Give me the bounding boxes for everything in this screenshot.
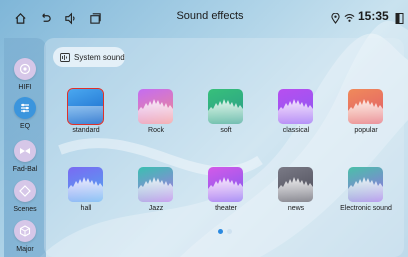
hifi-icon: [14, 58, 36, 80]
preset-tile-hall[interactable]: hall: [56, 167, 116, 219]
preset-tile-theater[interactable]: theater: [196, 167, 256, 219]
page-dot-active[interactable]: [218, 229, 223, 234]
preset-tile-soft[interactable]: soft: [196, 89, 256, 141]
preset-label: classical: [282, 127, 310, 134]
preset-label: soft: [220, 127, 232, 134]
preset-label: Jazz: [148, 205, 164, 212]
page-title: Sound effects: [176, 10, 244, 22]
preset-wave-icon: [278, 167, 313, 202]
preset-tile-standard[interactable]: standard: [56, 88, 116, 141]
preset-wave-icon: [208, 167, 243, 202]
preset-label: hall: [80, 205, 92, 212]
screen: Sound effects 15:35 HIFI EQ Fad-Bal Scen…: [0, 0, 408, 257]
battery-icon: [393, 10, 405, 26]
sidebar-item-label: HIFI: [18, 84, 32, 91]
page-dot[interactable]: [227, 229, 232, 234]
back-icon[interactable]: [37, 10, 53, 26]
preset-label: popular: [354, 127, 378, 134]
preset-tile-classical[interactable]: classical: [266, 89, 326, 141]
preset-wave-icon: [138, 167, 173, 202]
preset-wave-icon: [348, 167, 383, 202]
main-panel: [44, 38, 404, 257]
preset-label: theater: [215, 205, 237, 212]
preset-tile-popular[interactable]: popular: [336, 89, 396, 141]
sidebar-item-label: Major: [16, 246, 34, 253]
scenes-icon: [14, 180, 36, 202]
preset-tile-rock[interactable]: Rock: [126, 89, 186, 141]
major-icon: [14, 220, 36, 242]
wifi-icon: [343, 10, 355, 26]
preset-label: standard: [72, 127, 100, 134]
preset-label: news: [287, 205, 305, 212]
sidebar-item-label: Scenes: [13, 206, 37, 213]
location-icon: [330, 10, 340, 26]
sidebar: HIFI EQ Fad-Bal Scenes Major: [4, 38, 46, 257]
preset-wave-icon: [138, 89, 173, 124]
system-sound-label: System sound: [74, 52, 125, 62]
equalizer-icon: [14, 97, 36, 119]
sidebar-item-major[interactable]: Major: [4, 220, 46, 257]
sidebar-item-eq[interactable]: EQ: [4, 97, 46, 143]
preset-label: Electronic sound: [340, 205, 392, 212]
preset-tile-news[interactable]: news: [266, 167, 326, 219]
preset-wave-icon: [67, 88, 104, 125]
home-icon[interactable]: [12, 10, 28, 26]
preset-tile-electronic-sound[interactable]: Electronic sound: [336, 167, 396, 219]
sidebar-item-label: Fad-Bal: [12, 166, 38, 173]
preset-label: Rock: [148, 127, 164, 134]
preset-wave-icon: [68, 167, 103, 202]
system-sound-button[interactable]: System sound: [53, 47, 125, 67]
status-bar: Sound effects 15:35: [0, 0, 408, 36]
preset-wave-icon: [278, 89, 313, 124]
preset-wave-icon: [208, 89, 243, 124]
recent-apps-icon[interactable]: [87, 10, 103, 26]
clock: 15:35: [358, 9, 389, 23]
volume-icon[interactable]: [62, 10, 78, 26]
preset-wave-icon: [348, 89, 383, 124]
system-sound-icon: [60, 52, 70, 62]
fader-balance-icon: [14, 140, 36, 162]
sidebar-item-label: EQ: [19, 123, 31, 130]
preset-tile-jazz[interactable]: Jazz: [126, 167, 186, 219]
